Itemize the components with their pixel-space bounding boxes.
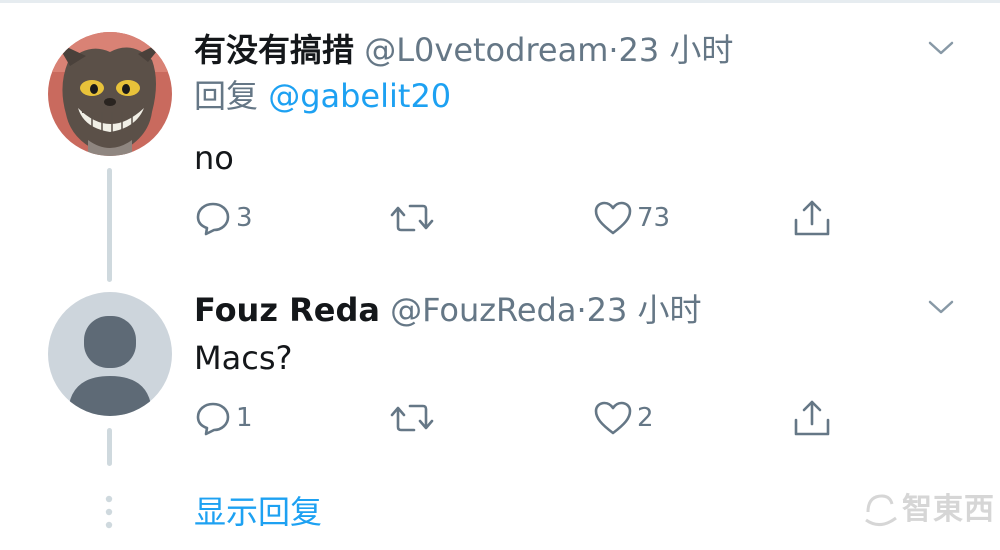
thread-connector-line [107, 428, 112, 466]
retweet-arrows-icon [390, 404, 434, 432]
reply-button[interactable]: 3 [194, 198, 253, 238]
reply-button[interactable]: 1 [194, 398, 253, 438]
separator-dot: · [608, 31, 619, 69]
speech-bubble-icon [196, 202, 230, 236]
retweet-button[interactable] [388, 198, 440, 238]
share-upload-icon [794, 200, 830, 236]
chevron-down-icon[interactable] [926, 38, 956, 58]
tweet-text: no [194, 139, 234, 177]
user-handle[interactable]: @L0vetodream [364, 31, 608, 69]
share-upload-icon [794, 400, 830, 436]
heart-icon [594, 401, 632, 435]
chevron-down-icon[interactable] [926, 297, 956, 317]
share-button[interactable] [791, 198, 833, 238]
tweet-header: Fouz Reda @FouzReda·23 小时 [194, 290, 702, 330]
tweet-text: Macs? [194, 339, 293, 377]
speech-bubble-icon [196, 402, 230, 436]
tweet-header: 有没有搞措 @L0vetodream·23 小时 [194, 30, 733, 70]
reply-count: 1 [236, 403, 253, 433]
like-count: 73 [637, 203, 671, 233]
display-name[interactable]: Fouz Reda [194, 291, 380, 329]
watermark-text: 智東西 [902, 492, 995, 527]
cartoon-cat-avatar-image [48, 32, 172, 156]
reply-mention-link[interactable]: @gabelit20 [268, 77, 451, 115]
avatar-l0vetodream[interactable] [48, 32, 172, 156]
timestamp[interactable]: 23 小时 [619, 31, 734, 69]
retweet-arrows-icon [390, 204, 434, 232]
reply-count: 3 [236, 203, 253, 233]
retweet-button[interactable] [388, 398, 440, 438]
like-count: 2 [637, 403, 654, 433]
show-replies-link[interactable]: 显示回复 [194, 492, 322, 532]
heart-icon [594, 201, 632, 235]
top-divider [0, 0, 1000, 3]
display-name[interactable]: 有没有搞措 [194, 31, 354, 69]
reply-context: 回复 @gabelit20 [194, 76, 451, 116]
user-handle[interactable]: @FouzReda [390, 291, 576, 329]
share-button[interactable] [791, 398, 833, 438]
reply-prefix: 回复 [194, 77, 259, 115]
like-button[interactable]: 2 [593, 398, 654, 438]
thread-connector-line [107, 168, 112, 282]
separator-dot: · [576, 291, 587, 329]
timestamp[interactable]: 23 小时 [587, 291, 702, 329]
like-button[interactable]: 73 [593, 198, 670, 238]
avatar-fouzreda[interactable] [48, 292, 172, 416]
vertical-dots-icon [105, 495, 113, 529]
default-profile-avatar-image [48, 292, 172, 416]
